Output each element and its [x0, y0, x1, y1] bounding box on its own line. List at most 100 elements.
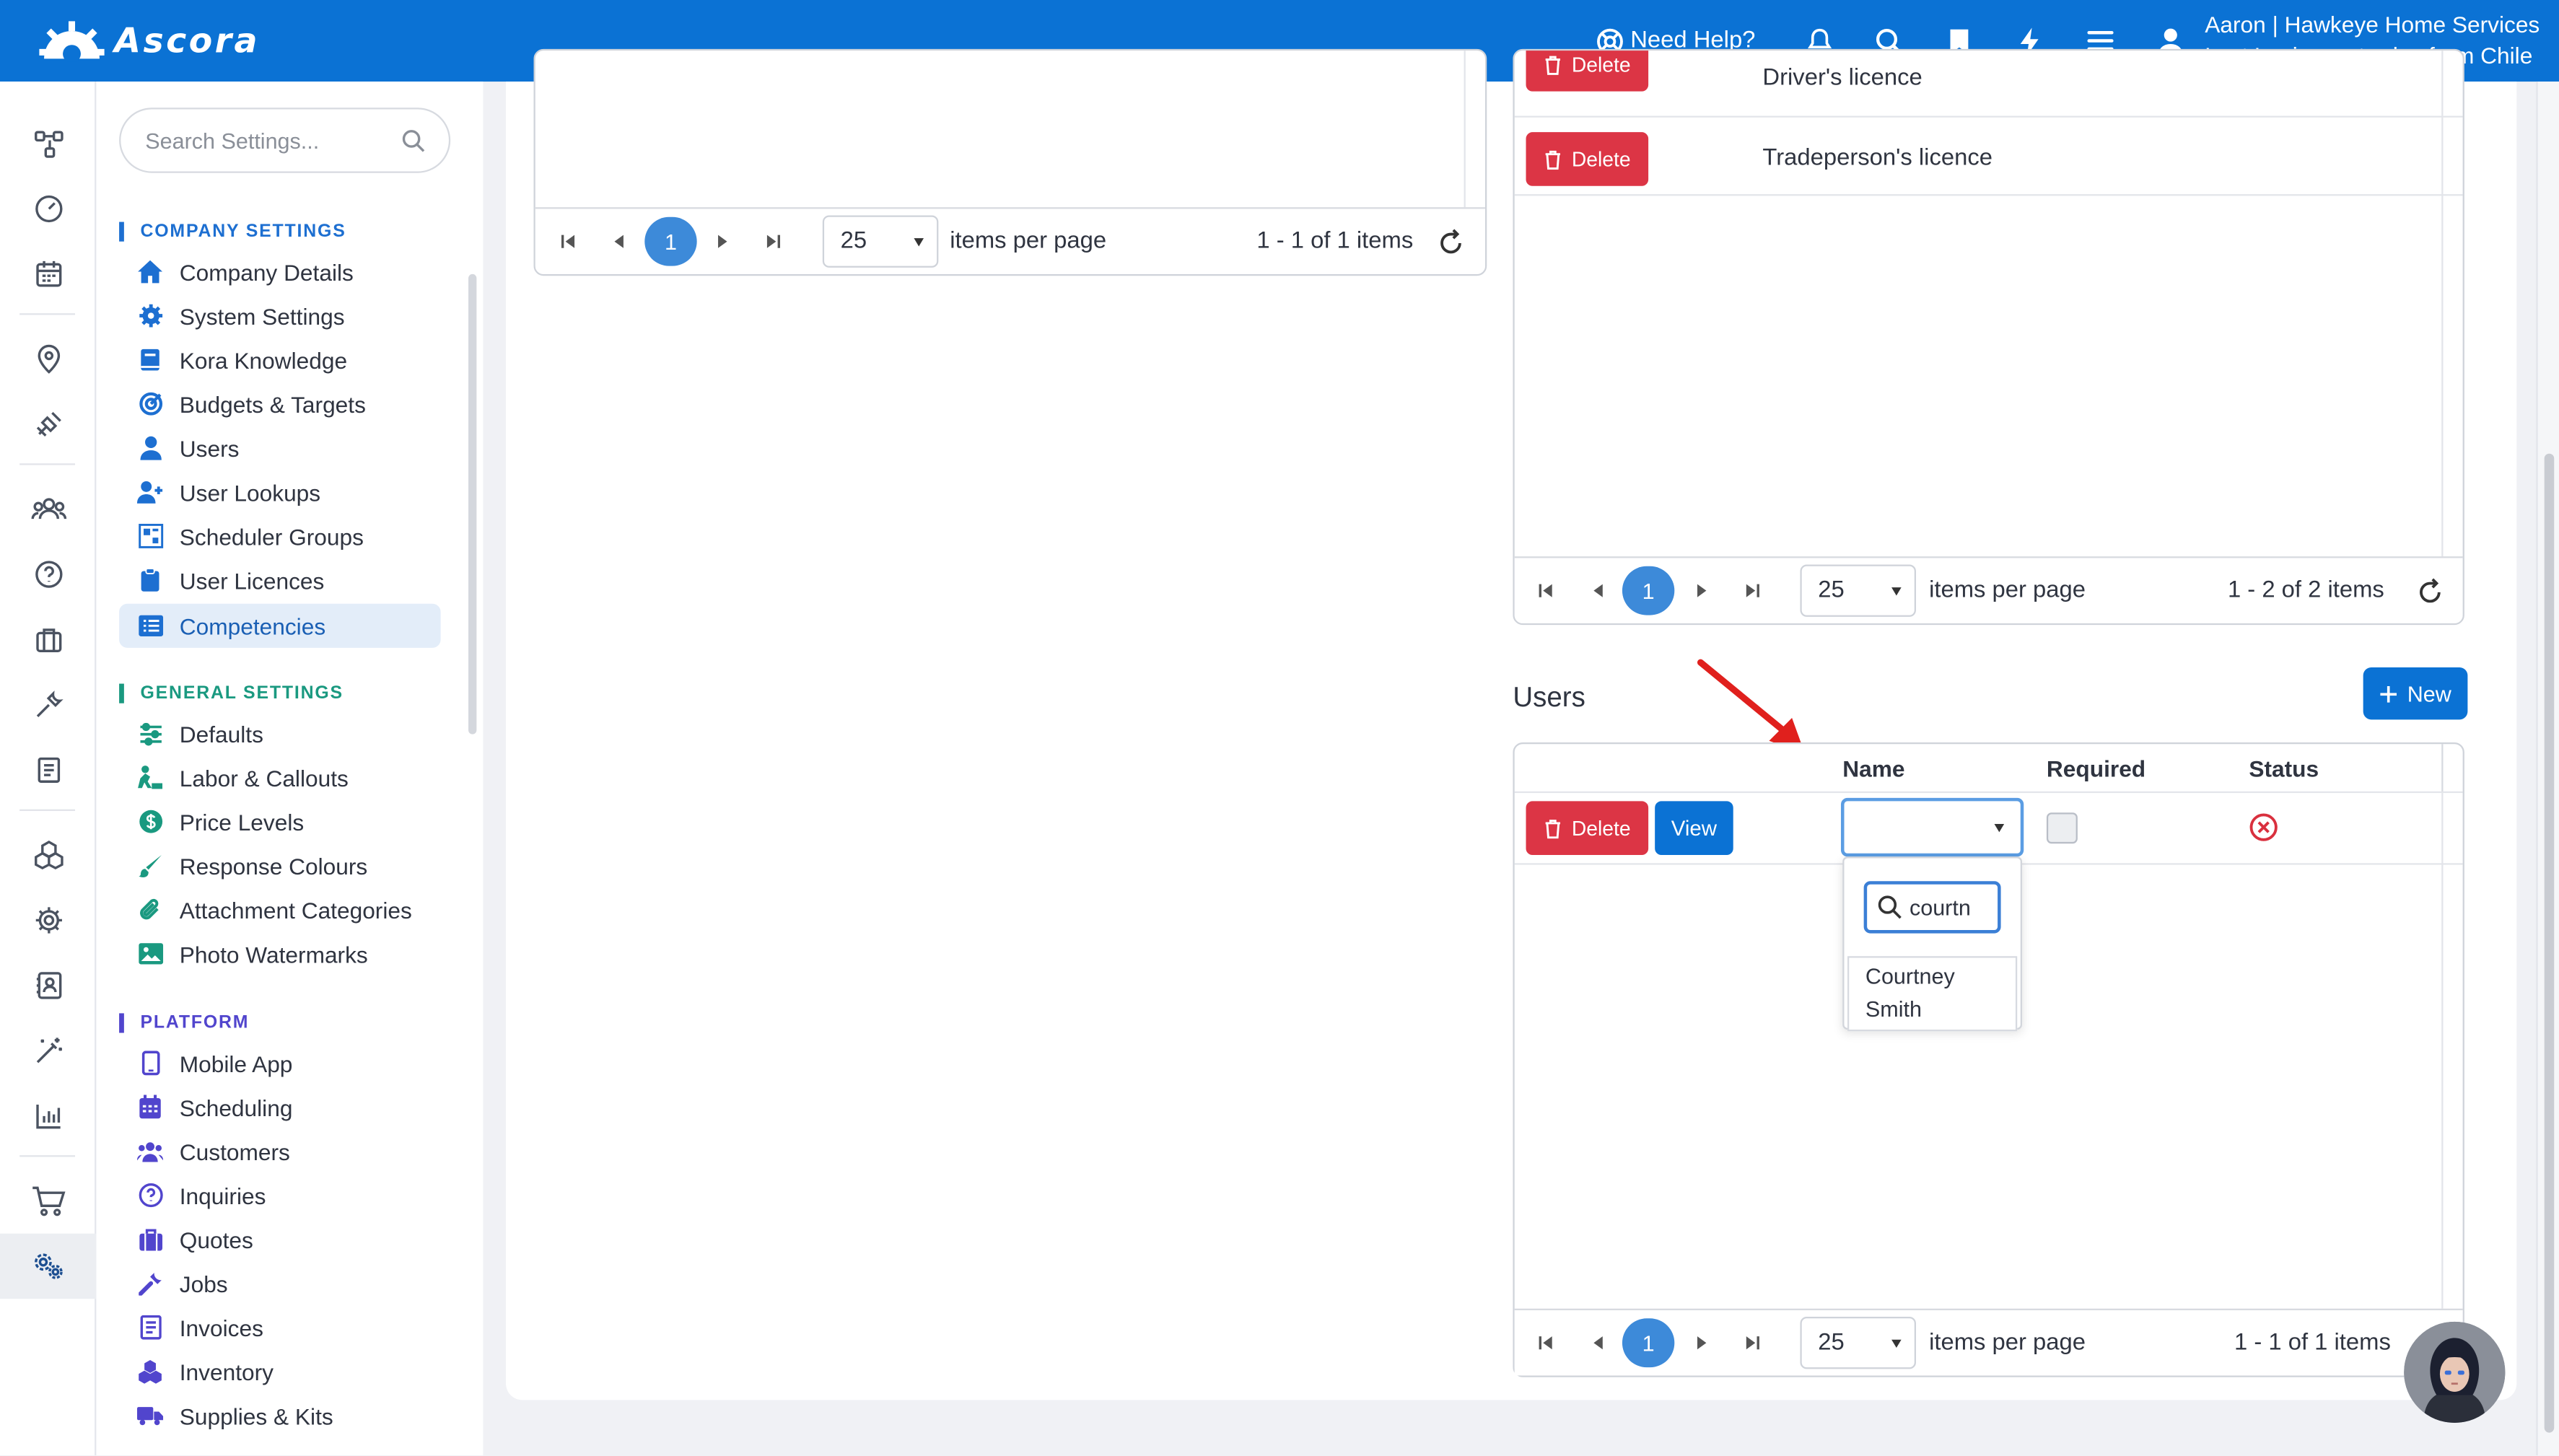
- new-user-button[interactable]: New: [2363, 667, 2468, 720]
- delete-label: Delete: [1571, 816, 1631, 840]
- menu-item-scheduler-groups[interactable]: Scheduler Groups: [119, 514, 441, 558]
- menu-item-label: Inquiries: [179, 1182, 266, 1209]
- menu-item-users[interactable]: Users: [119, 426, 441, 470]
- menu-item-company-details[interactable]: Company Details: [119, 250, 441, 294]
- page-scrollbar-track[interactable]: [2536, 82, 2559, 1456]
- location-icon[interactable]: [0, 326, 96, 391]
- required-checkbox[interactable]: [2046, 812, 2078, 844]
- menu-item-inquiries[interactable]: Inquiries: [119, 1173, 441, 1217]
- menu-item-quotes[interactable]: Quotes: [119, 1217, 441, 1261]
- menu-item-invoices[interactable]: Invoices: [119, 1305, 441, 1349]
- first-page-icon[interactable]: [556, 230, 579, 253]
- admin-settings-icon[interactable]: [0, 1233, 97, 1299]
- last-page-icon[interactable]: [762, 230, 785, 253]
- menu-item-user-lookups[interactable]: User Lookups: [119, 470, 441, 514]
- menu-item-defaults[interactable]: Defaults: [119, 711, 441, 755]
- grid-pager: 1 25 items per page 1 - 2 of 2 items: [1514, 556, 2463, 623]
- page-number-button[interactable]: 1: [1622, 1318, 1675, 1368]
- menu-item-competencies[interactable]: Competencies: [119, 603, 441, 648]
- menu-item-budgets-targets[interactable]: Budgets & Targets: [119, 382, 441, 426]
- cart-icon[interactable]: [0, 1168, 96, 1233]
- briefcase-icon[interactable]: [0, 607, 96, 672]
- menu-item-response-colours[interactable]: Response Colours: [119, 843, 441, 887]
- paperclip-icon: [137, 897, 163, 923]
- menu-item-labor-callouts[interactable]: Labor & Callouts: [119, 755, 441, 799]
- inventory-icon[interactable]: [0, 823, 96, 887]
- menu-item-user-licences[interactable]: User Licences: [119, 558, 441, 602]
- menu-item-photo-watermarks[interactable]: Photo Watermarks: [119, 931, 441, 975]
- page-number-button[interactable]: 1: [644, 216, 697, 266]
- page-size-select[interactable]: 25: [1800, 564, 1917, 617]
- brand-logo[interactable]: Ascora: [39, 19, 260, 62]
- users-section-title: Users: [1513, 682, 1585, 714]
- trash-icon: [1545, 149, 1560, 169]
- last-page-icon[interactable]: [1741, 1331, 1764, 1354]
- delete-button[interactable]: Delete: [1526, 51, 1649, 92]
- dashboard-icon[interactable]: [0, 176, 96, 241]
- column-header-required[interactable]: Required: [2047, 755, 2145, 781]
- document-icon[interactable]: [0, 737, 96, 802]
- reports-icon[interactable]: [0, 1084, 96, 1149]
- page-size-select[interactable]: 25: [822, 215, 939, 268]
- menu-item-attachment-categories[interactable]: Attachment Categories: [119, 887, 441, 931]
- menu-item-label: System Settings: [179, 302, 345, 329]
- dropdown-option[interactable]: Courtney Smith: [1847, 956, 2018, 1032]
- prev-page-icon[interactable]: [1586, 579, 1609, 602]
- last-page-icon[interactable]: [1741, 579, 1764, 602]
- worker-icon: [137, 765, 163, 791]
- menu-item-customers[interactable]: Customers: [119, 1129, 441, 1173]
- column-header-status[interactable]: Status: [2249, 755, 2319, 781]
- settings-icon[interactable]: [0, 887, 96, 952]
- menu-item-system-settings[interactable]: System Settings: [119, 294, 441, 338]
- magic-icon[interactable]: [0, 1018, 96, 1083]
- licence-name: Driver's licence: [1762, 65, 1922, 92]
- page-size-value: 25: [1818, 1330, 1845, 1356]
- menu-item-jobs[interactable]: Jobs: [119, 1261, 441, 1305]
- first-page-icon[interactable]: [1534, 1331, 1557, 1354]
- wrench-icon[interactable]: [0, 672, 96, 737]
- grid-scrollbar[interactable]: [1464, 51, 1485, 208]
- delete-label: Delete: [1571, 147, 1631, 171]
- delete-button[interactable]: Delete: [1526, 801, 1649, 856]
- contacts-icon[interactable]: [0, 953, 96, 1018]
- menu-item-kora-knowledge[interactable]: Kora Knowledge: [119, 338, 441, 382]
- view-button[interactable]: View: [1655, 801, 1733, 856]
- workflow-icon[interactable]: [0, 111, 96, 176]
- first-page-icon[interactable]: [1534, 579, 1557, 602]
- menu-item-label: User Lookups: [179, 478, 321, 505]
- column-header-name[interactable]: Name: [1842, 755, 1904, 781]
- grid-pager: 1 25 items per page 1 - 1 of 1 items: [1514, 1308, 2463, 1376]
- page-number-button[interactable]: 1: [1622, 566, 1675, 615]
- settings-search-input[interactable]: Search Settings...: [119, 108, 451, 173]
- menu-item-scheduling[interactable]: Scheduling: [119, 1085, 441, 1129]
- prev-page-icon[interactable]: [1586, 1331, 1609, 1354]
- refresh-icon[interactable]: [1436, 229, 1466, 258]
- calendar-icon[interactable]: [0, 242, 96, 307]
- grid-scrollbar[interactable]: [2441, 793, 2462, 1358]
- dropdown-filter-input[interactable]: courtn: [1863, 881, 2001, 934]
- assistant-face-icon: [2404, 1321, 2506, 1424]
- next-page-icon[interactable]: [712, 230, 735, 253]
- menu-item-supplies-kits[interactable]: Supplies & Kits: [119, 1393, 441, 1437]
- user-plus-icon: [136, 479, 163, 505]
- prev-page-icon[interactable]: [607, 230, 630, 253]
- refresh-icon[interactable]: [2415, 578, 2445, 608]
- menu-item-price-levels[interactable]: Price Levels: [119, 799, 441, 843]
- menu-item-inventory[interactable]: Inventory: [119, 1349, 441, 1393]
- list-icon: [137, 613, 163, 639]
- assistant-avatar[interactable]: [2404, 1321, 2506, 1424]
- page-size-select[interactable]: 25: [1800, 1317, 1917, 1369]
- dispatch-icon[interactable]: [0, 392, 96, 457]
- user-name-dropdown[interactable]: [1840, 797, 2024, 857]
- row-divider: [1514, 115, 2463, 118]
- page-scrollbar-thumb[interactable]: [2544, 453, 2555, 1433]
- settings-menu: Search Settings... COMPANY SETTINGS Comp…: [96, 82, 484, 1456]
- team-icon[interactable]: [0, 476, 96, 541]
- menu-scrollbar[interactable]: [468, 273, 477, 734]
- grid-scrollbar[interactable]: [2441, 51, 2462, 558]
- help-icon[interactable]: [0, 542, 96, 607]
- delete-button[interactable]: Delete: [1526, 132, 1649, 186]
- next-page-icon[interactable]: [1691, 1331, 1714, 1354]
- next-page-icon[interactable]: [1691, 579, 1714, 602]
- menu-item-mobile-app[interactable]: Mobile App: [119, 1041, 441, 1085]
